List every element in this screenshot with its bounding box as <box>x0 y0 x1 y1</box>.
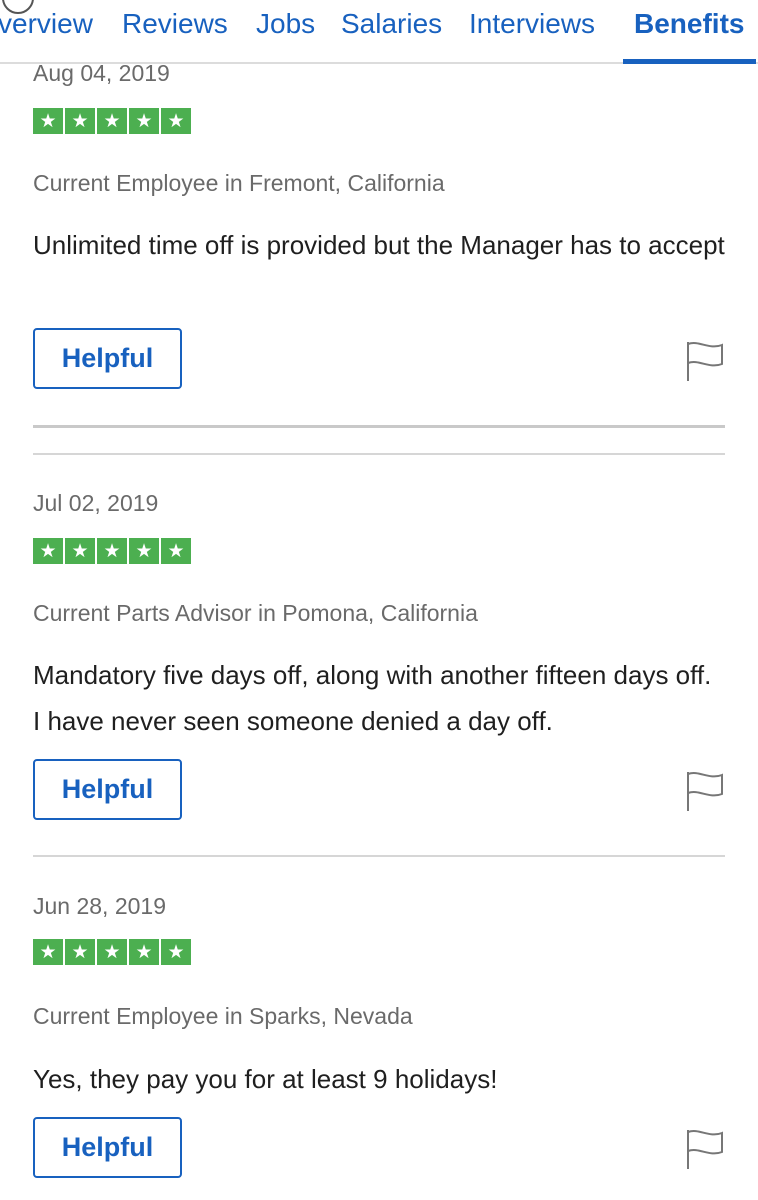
tab-overview[interactable]: verview <box>0 6 93 62</box>
review-text: Yes, they pay you for at least 9 holiday… <box>33 1064 498 1094</box>
review-divider <box>33 453 725 455</box>
benefits-page: verview Reviews Jobs Salaries Interviews… <box>0 0 758 1200</box>
star-icon: ★ <box>129 939 159 965</box>
section-divider <box>33 425 725 428</box>
review-text: Mandatory five days off, along with anot… <box>33 660 712 736</box>
review-author: Current Parts Advisor in Pomona, Califor… <box>33 600 478 626</box>
helpful-button[interactable]: Helpful <box>33 328 182 389</box>
helpful-button[interactable]: Helpful <box>33 759 182 820</box>
star-rating: ★ ★ ★ ★ ★ <box>33 538 191 564</box>
review-text: Unlimited time off is provided but the M… <box>33 230 725 260</box>
star-icon: ★ <box>161 108 191 134</box>
star-icon: ★ <box>33 538 63 564</box>
tab-benefits[interactable]: Benefits <box>623 6 757 64</box>
tab-reviews[interactable]: Reviews <box>122 6 228 62</box>
star-icon: ★ <box>65 108 95 134</box>
active-tab-indicator <box>623 59 757 64</box>
review-date: Aug 04, 2019 <box>33 60 170 86</box>
review-date: Jul 02, 2019 <box>33 490 159 516</box>
star-icon: ★ <box>65 939 95 965</box>
star-icon: ★ <box>33 939 63 965</box>
flag-icon[interactable] <box>685 1128 725 1170</box>
tab-benefits-label: Benefits <box>634 8 745 39</box>
company-tab-bar: verview Reviews Jobs Salaries Interviews… <box>0 0 758 64</box>
tab-salaries[interactable]: Salaries <box>341 6 442 62</box>
star-icon: ★ <box>97 538 127 564</box>
review-author: Current Employee in Fremont, California <box>33 170 445 196</box>
tab-interviews[interactable]: Interviews <box>469 6 595 62</box>
star-rating: ★ ★ ★ ★ ★ <box>33 939 191 965</box>
flag-icon[interactable] <box>685 770 725 812</box>
star-icon: ★ <box>129 538 159 564</box>
star-rating: ★ ★ ★ ★ ★ <box>33 108 191 134</box>
star-icon: ★ <box>97 939 127 965</box>
flag-icon[interactable] <box>685 340 725 382</box>
review-date: Jun 28, 2019 <box>33 893 167 919</box>
review-divider <box>33 855 725 857</box>
star-icon: ★ <box>161 538 191 564</box>
star-icon: ★ <box>161 939 191 965</box>
star-icon: ★ <box>129 108 159 134</box>
star-icon: ★ <box>65 538 95 564</box>
tab-jobs[interactable]: Jobs <box>256 6 315 62</box>
star-icon: ★ <box>97 108 127 134</box>
review-author: Current Employee in Sparks, Nevada <box>33 1003 413 1029</box>
helpful-button[interactable]: Helpful <box>33 1117 182 1178</box>
star-icon: ★ <box>33 108 63 134</box>
